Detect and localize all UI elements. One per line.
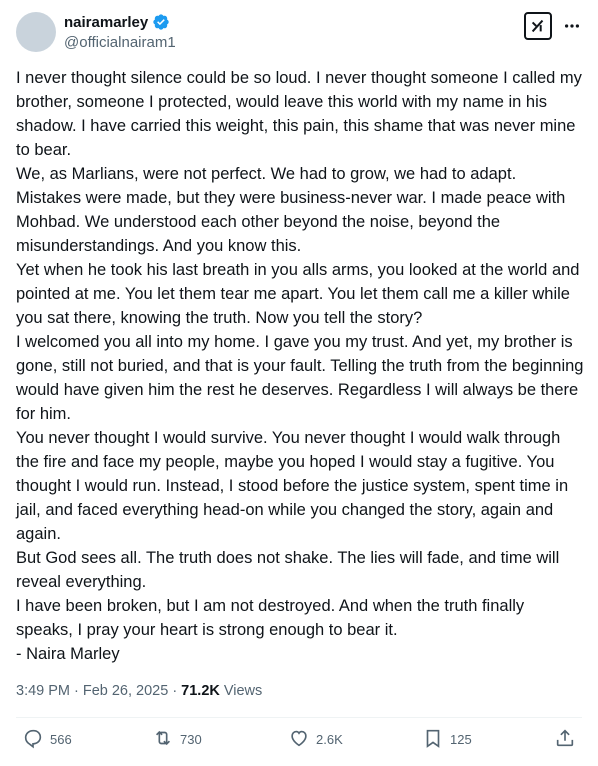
reply-icon: [22, 727, 44, 752]
reply-button[interactable]: 566: [22, 727, 72, 752]
post-text: I never thought silence could be so loud…: [16, 69, 584, 663]
reply-count: 566: [50, 732, 72, 747]
post-meta: 3:49 PM · Feb 26, 2025 · 71.2K Views: [16, 683, 262, 699]
repost-count: 730: [180, 732, 202, 747]
like-count: 2.6K: [316, 732, 343, 747]
repost-icon: [152, 727, 174, 752]
author-name-row: nairamarley: [64, 13, 170, 31]
bookmark-count: 125: [450, 732, 472, 747]
share-icon: [554, 727, 576, 752]
bookmark-button[interactable]: 125: [422, 727, 472, 752]
views-label: Views: [223, 683, 263, 699]
meta-separator-2: ·: [172, 683, 178, 699]
post-header: nairamarley @officialnairam1: [16, 12, 582, 56]
author-display-name[interactable]: nairamarley: [64, 14, 148, 31]
divider: [16, 717, 582, 718]
post-date[interactable]: Feb 26, 2025: [83, 683, 168, 699]
views-count[interactable]: 71.2K: [181, 683, 220, 699]
repost-button[interactable]: 730: [152, 727, 202, 752]
author-handle[interactable]: @officialnairam1: [64, 34, 176, 51]
like-button[interactable]: 2.6K: [288, 727, 343, 752]
verified-badge-icon[interactable]: [152, 13, 170, 31]
like-icon: [288, 727, 310, 752]
grok-icon[interactable]: [524, 12, 552, 40]
post-time[interactable]: 3:49 PM: [16, 683, 70, 699]
more-icon[interactable]: [562, 16, 582, 36]
action-bar: 566 730 2.6K 125: [16, 727, 582, 759]
meta-separator: ·: [74, 683, 79, 699]
share-button[interactable]: [554, 727, 576, 752]
avatar[interactable]: [16, 12, 56, 52]
bookmark-icon: [422, 727, 444, 752]
